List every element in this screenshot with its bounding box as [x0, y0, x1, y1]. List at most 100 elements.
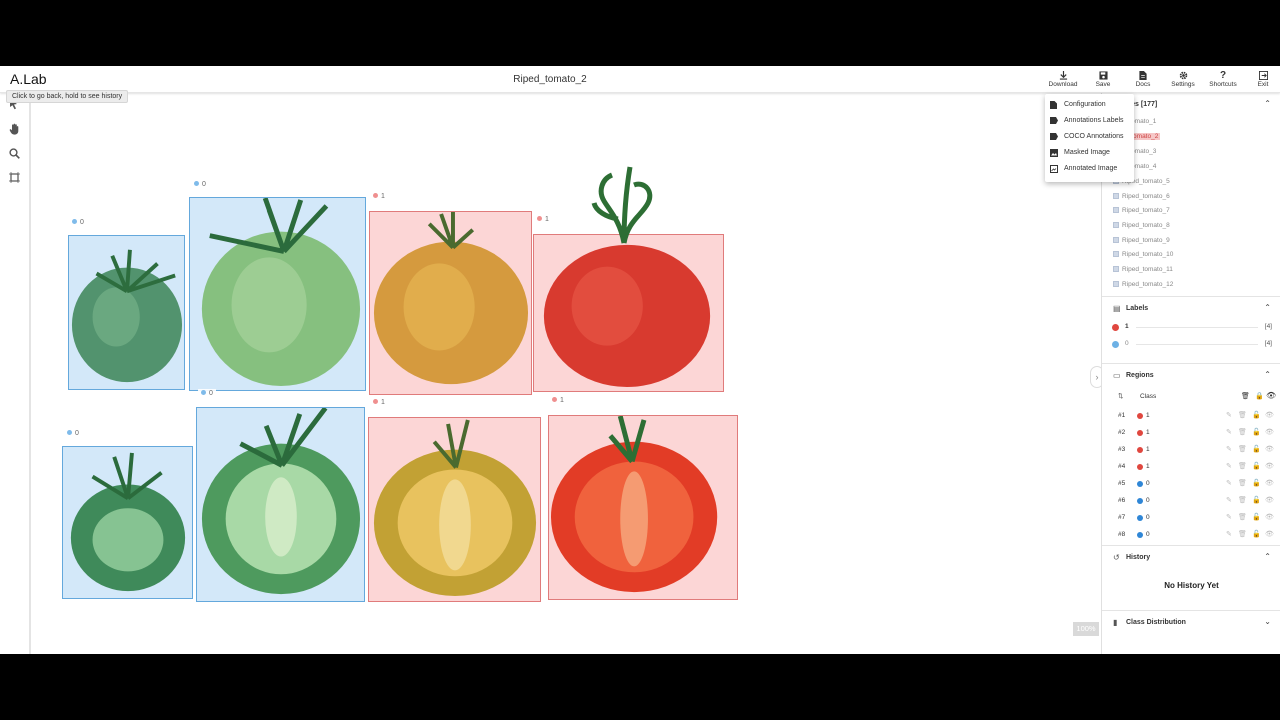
hand-icon[interactable]	[9, 122, 22, 135]
edit-region-icon[interactable]: ✎	[1226, 496, 1232, 504]
labels-panel-header[interactable]: ▤ Labels ⌃	[1102, 300, 1280, 318]
lock-region-icon[interactable]: 🔓	[1252, 496, 1261, 504]
delete-region-icon[interactable]: 🗑	[1238, 530, 1247, 538]
image-list-item[interactable]: d_tomato_4	[1113, 163, 1273, 175]
image-list-item[interactable]: Riped_tomato_11	[1113, 266, 1273, 278]
edit-region-icon[interactable]: ✎	[1226, 479, 1232, 487]
download-button[interactable]: Download	[1041, 70, 1085, 92]
settings-button[interactable]: Settings	[1161, 70, 1205, 92]
image-list-item[interactable]: Riped_tomato_5	[1113, 178, 1273, 190]
sort-icon[interactable]: ⇅	[1118, 392, 1123, 400]
docs-button[interactable]: Docs	[1121, 70, 1165, 92]
chevron-up-icon[interactable]: ⌃	[1264, 303, 1271, 312]
regions-panel-header[interactable]: ▭ Regions ⌃	[1102, 367, 1280, 385]
chevron-down-icon[interactable]: ⌄	[1264, 617, 1271, 626]
region-row[interactable]: #2 1 ✎ 🗑 🔓 👁	[1112, 427, 1274, 439]
edit-region-icon[interactable]: ✎	[1226, 513, 1232, 521]
class-distribution-header[interactable]: ▮ Class Distribution ⌄	[1102, 614, 1280, 632]
label-row[interactable]: 0 [4]	[1112, 339, 1272, 351]
lock-region-icon[interactable]: 🔓	[1252, 411, 1261, 419]
chevron-up-icon[interactable]: ⌃	[1264, 99, 1271, 108]
lock-region-icon[interactable]: 🔓	[1252, 445, 1261, 453]
visibility-region-icon[interactable]: 👁	[1265, 513, 1274, 521]
lock-region-icon[interactable]: 🔓	[1252, 462, 1261, 470]
history-panel-header[interactable]: ↺ History ⌃	[1102, 549, 1280, 567]
lock-region-icon[interactable]: 🔓	[1252, 479, 1261, 487]
image-list-item-active[interactable]: d_tomato_2	[1113, 133, 1273, 145]
chevron-up-icon[interactable]: ⌃	[1264, 552, 1271, 561]
save-button[interactable]: Save	[1081, 70, 1125, 92]
visibility-all-icon[interactable]: 👁	[1266, 391, 1276, 400]
label-bar	[1136, 344, 1258, 345]
image-list-item[interactable]: d_tomato_1	[1113, 118, 1273, 130]
delete-region-icon[interactable]: 🗑	[1238, 496, 1247, 504]
region-row[interactable]: #7 0 ✎ 🗑 🔓 👁	[1112, 512, 1274, 524]
delete-region-icon[interactable]: 🗑	[1238, 428, 1247, 436]
region-row[interactable]: #5 0 ✎ 🗑 🔓 👁	[1112, 478, 1274, 490]
create-box-icon[interactable]	[9, 170, 22, 183]
lock-region-icon[interactable]: 🔓	[1252, 530, 1261, 538]
exit-button[interactable]: Exit	[1241, 70, 1280, 92]
image-list-item[interactable]: Riped_tomato_8	[1113, 222, 1273, 234]
delete-region-icon[interactable]: 🗑	[1238, 462, 1247, 470]
visibility-region-icon[interactable]: 👁	[1265, 445, 1274, 453]
shortcuts-button[interactable]: ? Shortcuts	[1201, 70, 1245, 92]
edit-region-icon[interactable]: ✎	[1226, 411, 1232, 419]
zoom-icon[interactable]	[9, 146, 22, 159]
docs-icon	[1121, 70, 1165, 81]
annotation-app: A.Lab Riped_tomato_2 Download Save Docs …	[0, 66, 1280, 654]
edit-region-icon[interactable]: ✎	[1226, 530, 1232, 538]
visibility-region-icon[interactable]: 👁	[1265, 479, 1274, 487]
lock-region-icon[interactable]: 🔓	[1252, 428, 1261, 436]
label-dot	[373, 399, 378, 404]
edit-region-icon[interactable]: ✎	[1226, 428, 1232, 436]
image-list-item[interactable]: Riped_tomato_10	[1113, 251, 1273, 263]
image-list-item[interactable]: d_tomato_3	[1113, 148, 1273, 160]
annotated-image-icon	[1050, 165, 1058, 173]
history-icon: ↺	[1113, 553, 1120, 562]
region-row[interactable]: #6 0 ✎ 🗑 🔓 👁	[1112, 495, 1274, 507]
annotation-box[interactable]	[369, 211, 532, 395]
menu-item-annotated-image[interactable]: Annotated Image	[1045, 161, 1134, 177]
chevron-up-icon[interactable]: ⌃	[1264, 370, 1271, 379]
delete-region-icon[interactable]: 🗑	[1238, 513, 1247, 521]
annotation-box[interactable]	[196, 407, 365, 602]
annotation-box[interactable]	[548, 415, 738, 600]
region-color-dot	[1137, 413, 1143, 419]
visibility-region-icon[interactable]: 👁	[1265, 411, 1274, 419]
menu-item-coco-annotations[interactable]: COCO Annotations	[1045, 129, 1134, 145]
edit-region-icon[interactable]: ✎	[1226, 445, 1232, 453]
menu-item-masked-image[interactable]: Masked Image	[1045, 145, 1134, 161]
visibility-region-icon[interactable]: 👁	[1265, 530, 1274, 538]
region-row[interactable]: #4 1 ✎ 🗑 🔓 👁	[1112, 461, 1274, 473]
region-row[interactable]: #1 1 ✎ 🗑 🔓 👁	[1112, 410, 1274, 422]
label-row[interactable]: 1 [4]	[1112, 322, 1272, 334]
image-list-item[interactable]: Riped_tomato_9	[1113, 237, 1273, 249]
lock-region-icon[interactable]: 🔓	[1252, 513, 1261, 521]
download-icon	[1041, 70, 1085, 81]
annotation-box[interactable]	[189, 197, 366, 391]
regions-icon: ▭	[1113, 371, 1121, 380]
delete-all-icon[interactable]: 🗑	[1241, 392, 1250, 400]
annotation-box[interactable]	[62, 446, 193, 599]
image-canvas[interactable]: 0 0 1 1 0 0 1 1 100%	[31, 93, 1101, 654]
image-list-item[interactable]: Riped_tomato_7	[1113, 207, 1273, 219]
lock-all-icon[interactable]: 🔒	[1255, 392, 1264, 400]
annotation-box[interactable]	[368, 417, 541, 602]
region-row[interactable]: #3 1 ✎ 🗑 🔓 👁	[1112, 444, 1274, 456]
visibility-region-icon[interactable]: 👁	[1265, 496, 1274, 504]
menu-item-annotations-labels[interactable]: Annotations Labels	[1045, 113, 1134, 129]
annotation-box[interactable]	[68, 235, 185, 390]
edit-region-icon[interactable]: ✎	[1226, 462, 1232, 470]
delete-region-icon[interactable]: 🗑	[1238, 411, 1247, 419]
delete-region-icon[interactable]: 🗑	[1238, 479, 1247, 487]
menu-item-configuration[interactable]: Configuration	[1045, 97, 1134, 113]
image-list-item[interactable]: Riped_tomato_6	[1113, 193, 1273, 205]
box-label-tag: 1	[534, 215, 552, 224]
visibility-region-icon[interactable]: 👁	[1265, 462, 1274, 470]
region-row[interactable]: #8 0 ✎ 🗑 🔓 👁	[1112, 529, 1274, 541]
delete-region-icon[interactable]: 🗑	[1238, 445, 1247, 453]
image-list-item[interactable]: Riped_tomato_12	[1113, 281, 1273, 293]
annotation-box[interactable]	[533, 234, 724, 392]
visibility-region-icon[interactable]: 👁	[1265, 428, 1274, 436]
